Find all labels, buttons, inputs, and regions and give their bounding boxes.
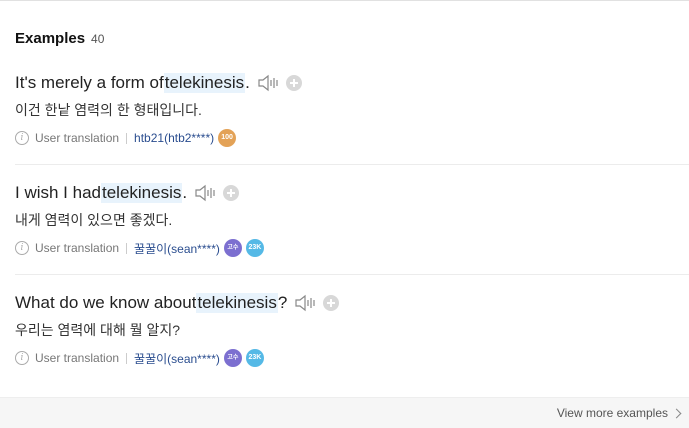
sentence-text: What do we know about [15,293,197,312]
rank-badge: 고수 [223,349,242,367]
info-icon[interactable]: i [15,351,29,365]
add-to-wordbook-plus-icon[interactable] [323,295,340,311]
add-to-wordbook-plus-icon[interactable] [223,185,240,201]
example-sentence: What do we know about telekinesis ? [15,293,689,313]
user-link[interactable]: 꿀꿀이(sean****) [134,350,220,367]
example-item: It's merely a form of telekinesis . 이건 한… [15,73,689,148]
example-meta: i User translation htb21(htb2****) 100 [15,128,689,148]
sentence-end: ? [277,293,288,312]
speaker-icon[interactable] [258,74,280,92]
highlighted-term[interactable]: telekinesis [163,73,246,93]
example-translation: 내게 염력이 있으면 좋겠다. [15,212,173,228]
user-link[interactable]: 꿀꿀이(sean****) [134,240,220,257]
top-divider [0,0,689,1]
example-meta: i User translation 꿀꿀이(sean****) 고수 23K [15,348,689,368]
sentence-end: . [245,73,250,92]
meta-separator [126,352,128,364]
speaker-icon[interactable] [295,294,317,312]
example-sentence: I wish I had telekinesis . [15,183,689,203]
chevron-right-icon [671,408,682,419]
user-badge: 100 [218,129,237,147]
examples-title: Examples [15,30,86,47]
example-item: What do we know about telekinesis ? 우리는 … [15,293,689,368]
examples-count: 40 [91,32,105,46]
highlighted-term[interactable]: telekinesis [196,293,278,313]
example-meta: i User translation 꿀꿀이(sean****) 고수 23K [15,238,689,258]
sentence-text: It's merely a form of [15,73,164,92]
user-link[interactable]: htb21(htb2****) [134,131,214,145]
add-to-wordbook-plus-icon[interactable] [285,75,302,91]
examples-footer: View more examples [0,397,689,428]
meta-separator [126,132,128,144]
sentence-text: I wish I had [15,183,101,202]
examples-header: Examples 40 [15,30,104,47]
info-icon[interactable]: i [15,131,29,145]
example-divider [15,164,689,165]
example-translation: 이건 한낱 염력의 한 형태입니다. [15,102,202,118]
info-icon[interactable]: i [15,241,29,255]
points-badge: 23K [245,239,264,257]
source-label: User translation [35,241,120,255]
example-item: I wish I had telekinesis . 내게 염력이 있으면 좋겠… [15,183,689,258]
speaker-icon[interactable] [195,184,217,202]
rank-badge: 고수 [223,239,242,257]
meta-separator [126,242,128,254]
example-sentence: It's merely a form of telekinesis . [15,73,689,93]
example-translation: 우리는 염력에 대해 뭘 알지? [15,322,181,338]
sentence-end: . [182,183,188,202]
points-badge: 23K [245,349,264,367]
source-label: User translation [35,131,120,145]
view-more-label: View more examples [556,406,668,420]
example-divider [15,274,689,275]
view-more-examples-link[interactable]: View more examples [556,406,682,420]
source-label: User translation [35,351,120,365]
highlighted-term[interactable]: telekinesis [101,183,183,203]
